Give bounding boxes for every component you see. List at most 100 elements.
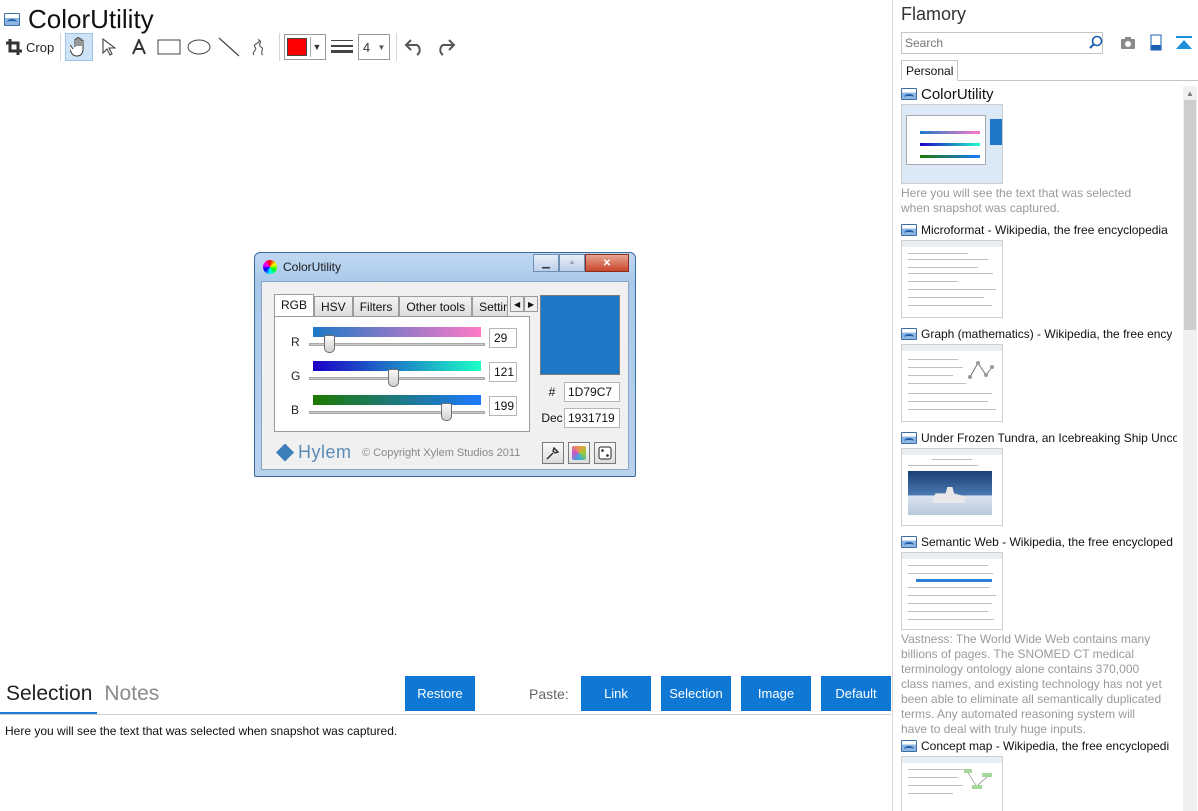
search-icon[interactable] xyxy=(1089,35,1103,49)
window-titlebar: ColorUtility ▁ ▫ ✕ xyxy=(255,253,635,281)
sidebar-title: Flamory xyxy=(901,4,967,24)
page-icon xyxy=(4,12,20,26)
hex-label: # xyxy=(548,385,556,399)
slider-thumb[interactable] xyxy=(441,403,453,421)
paste-selection-button[interactable]: Selection xyxy=(661,676,731,711)
rectangle-tool-button[interactable] xyxy=(155,33,183,61)
tab-hsv[interactable]: HSV xyxy=(314,296,353,316)
cursor-icon xyxy=(102,38,117,56)
scrollbar[interactable]: ▲ xyxy=(1183,86,1197,811)
hylem-logo-icon xyxy=(276,443,294,462)
color-picker-dropdown[interactable]: ▼ xyxy=(284,33,327,61)
search-input[interactable] xyxy=(901,32,1103,54)
stroke-width-value: 4 xyxy=(362,39,371,55)
camera-icon[interactable] xyxy=(1119,34,1137,52)
slider-thumb[interactable] xyxy=(324,335,336,353)
dice-icon xyxy=(598,446,612,460)
stroke-width-dropdown[interactable]: 4 ▼ xyxy=(358,33,391,61)
chevron-left-icon[interactable]: ◀ xyxy=(510,296,525,312)
tab-personal[interactable]: Personal xyxy=(901,60,959,81)
snapshot-title: Semantic Web - Wikipedia, the free encyc… xyxy=(921,535,1173,549)
snapshot-thumbnail xyxy=(901,104,1003,184)
line-weight-button[interactable] xyxy=(328,33,356,61)
crop-label: Crop xyxy=(26,39,55,55)
color-swatch xyxy=(287,38,307,56)
tab-scroll-arrows: ◀ ▶ xyxy=(510,296,539,316)
brand-name: Hylem xyxy=(298,442,352,462)
paste-link-button[interactable]: Link xyxy=(581,676,651,711)
eject-icon[interactable] xyxy=(1175,34,1193,52)
snapshot-title: Graph (mathematics) - Wikipedia, the fre… xyxy=(921,327,1173,341)
page-icon xyxy=(901,88,917,100)
crop-button[interactable]: Crop xyxy=(6,33,54,61)
flamory-sidebar: Flamory Personal ColorUtility xyxy=(893,0,1198,811)
snapshot-item[interactable]: Microformat - Wikipedia, the free encycl… xyxy=(901,222,1177,318)
slider-row-r: R 29 xyxy=(275,323,529,353)
line-icon xyxy=(218,37,240,57)
maximize-button[interactable]: ▫ xyxy=(559,254,585,272)
snapshot-title: Under Frozen Tundra, an Icebreaking Ship… xyxy=(921,431,1177,445)
minimize-button[interactable]: ▁ xyxy=(533,254,559,272)
page-title: ColorUtility xyxy=(28,4,154,34)
close-button[interactable]: ✕ xyxy=(585,254,629,272)
restore-button[interactable]: Restore xyxy=(405,676,475,711)
window-controls: ▁ ▫ ✕ xyxy=(533,254,629,272)
palette-button[interactable] xyxy=(568,442,590,464)
paste-default-button[interactable]: Default xyxy=(821,676,891,711)
tab-selection[interactable]: Selection xyxy=(6,682,92,706)
slider-value-input[interactable]: 199 xyxy=(489,396,517,416)
tab-rgb[interactable]: RGB xyxy=(274,294,315,316)
app-root: ColorUtility Crop ▼ 4 ▼ ColorUtility ▁ ▫… xyxy=(0,0,1198,811)
paste-image-button[interactable]: Image xyxy=(741,676,811,711)
snapshot-thumbnail xyxy=(901,344,1003,422)
palette-icon xyxy=(572,446,586,460)
page-icon xyxy=(901,536,917,548)
tab-settings[interactable]: Setting xyxy=(472,296,509,316)
eyedropper-button[interactable] xyxy=(542,442,564,464)
snapshot-item[interactable]: Concept map - Wikipedia, the free encycl… xyxy=(901,738,1177,811)
main-pane: ColorUtility Crop ▼ 4 ▼ ColorUtility ▁ ▫… xyxy=(0,0,893,811)
slider-value-input[interactable]: 121 xyxy=(489,362,517,382)
random-color-button[interactable] xyxy=(594,442,616,464)
bottom-tabs: Selection Notes xyxy=(6,682,171,706)
copyright-text: © Copyright Xylem Studios 2011 xyxy=(362,447,521,459)
snapshot-description: Here you will see the text that was sele… xyxy=(901,186,1132,215)
selection-text: Here you will see the text that was sele… xyxy=(5,724,398,738)
snapshot-title: ColorUtility xyxy=(921,86,994,102)
tab-notes[interactable]: Notes xyxy=(104,682,159,706)
snapshot-thumbnail xyxy=(901,240,1003,318)
select-tool-button[interactable] xyxy=(95,33,123,61)
redo-button[interactable] xyxy=(431,33,459,61)
slider-thumb[interactable] xyxy=(387,369,399,387)
gradient-bar-r xyxy=(313,327,481,337)
line-weight-icon xyxy=(331,40,354,53)
snapshot-item[interactable]: Under Frozen Tundra, an Icebreaking Ship… xyxy=(901,430,1177,526)
snapshot-item[interactable]: ColorUtility Here you will see the text … xyxy=(901,86,1177,216)
divider xyxy=(0,714,891,715)
text-tool-button[interactable] xyxy=(125,33,153,61)
line-tool-button[interactable] xyxy=(215,33,243,61)
snapshot-thumbnail xyxy=(901,448,1003,526)
tab-filters[interactable]: Filters xyxy=(352,296,400,316)
text-icon xyxy=(132,39,147,55)
hex-input[interactable]: 1D79C7 xyxy=(564,382,620,402)
snapshot-item[interactable]: Semantic Web - Wikipedia, the free encyc… xyxy=(901,534,1177,737)
scrollbar-thumb[interactable] xyxy=(1184,100,1196,330)
slider-value-input[interactable]: 29 xyxy=(489,328,517,348)
page-icon xyxy=(901,224,917,236)
page-icon xyxy=(901,740,917,752)
snapshot-description: Vastness: The World Wide Web contains ma… xyxy=(901,632,1162,736)
freehand-tool-button[interactable] xyxy=(245,33,273,61)
colorutility-window: ColorUtility ▁ ▫ ✕ RGB HSV Filters Other… xyxy=(254,252,636,477)
tab-other-tools[interactable]: Other tools xyxy=(399,296,473,316)
snapshot-item[interactable]: Graph (mathematics) - Wikipedia, the fre… xyxy=(901,326,1177,422)
slider-label: B xyxy=(291,403,300,417)
document-icon[interactable] xyxy=(1147,34,1165,52)
ellipse-tool-button[interactable] xyxy=(185,33,213,61)
dec-input[interactable]: 1931719 xyxy=(564,408,620,428)
undo-button[interactable] xyxy=(401,33,429,61)
hand-tool-button[interactable] xyxy=(65,33,94,61)
chevron-right-icon[interactable]: ▶ xyxy=(524,296,539,312)
chevron-down-icon: ▼ xyxy=(377,42,386,52)
chevron-up-icon[interactable]: ▲ xyxy=(1183,86,1197,100)
